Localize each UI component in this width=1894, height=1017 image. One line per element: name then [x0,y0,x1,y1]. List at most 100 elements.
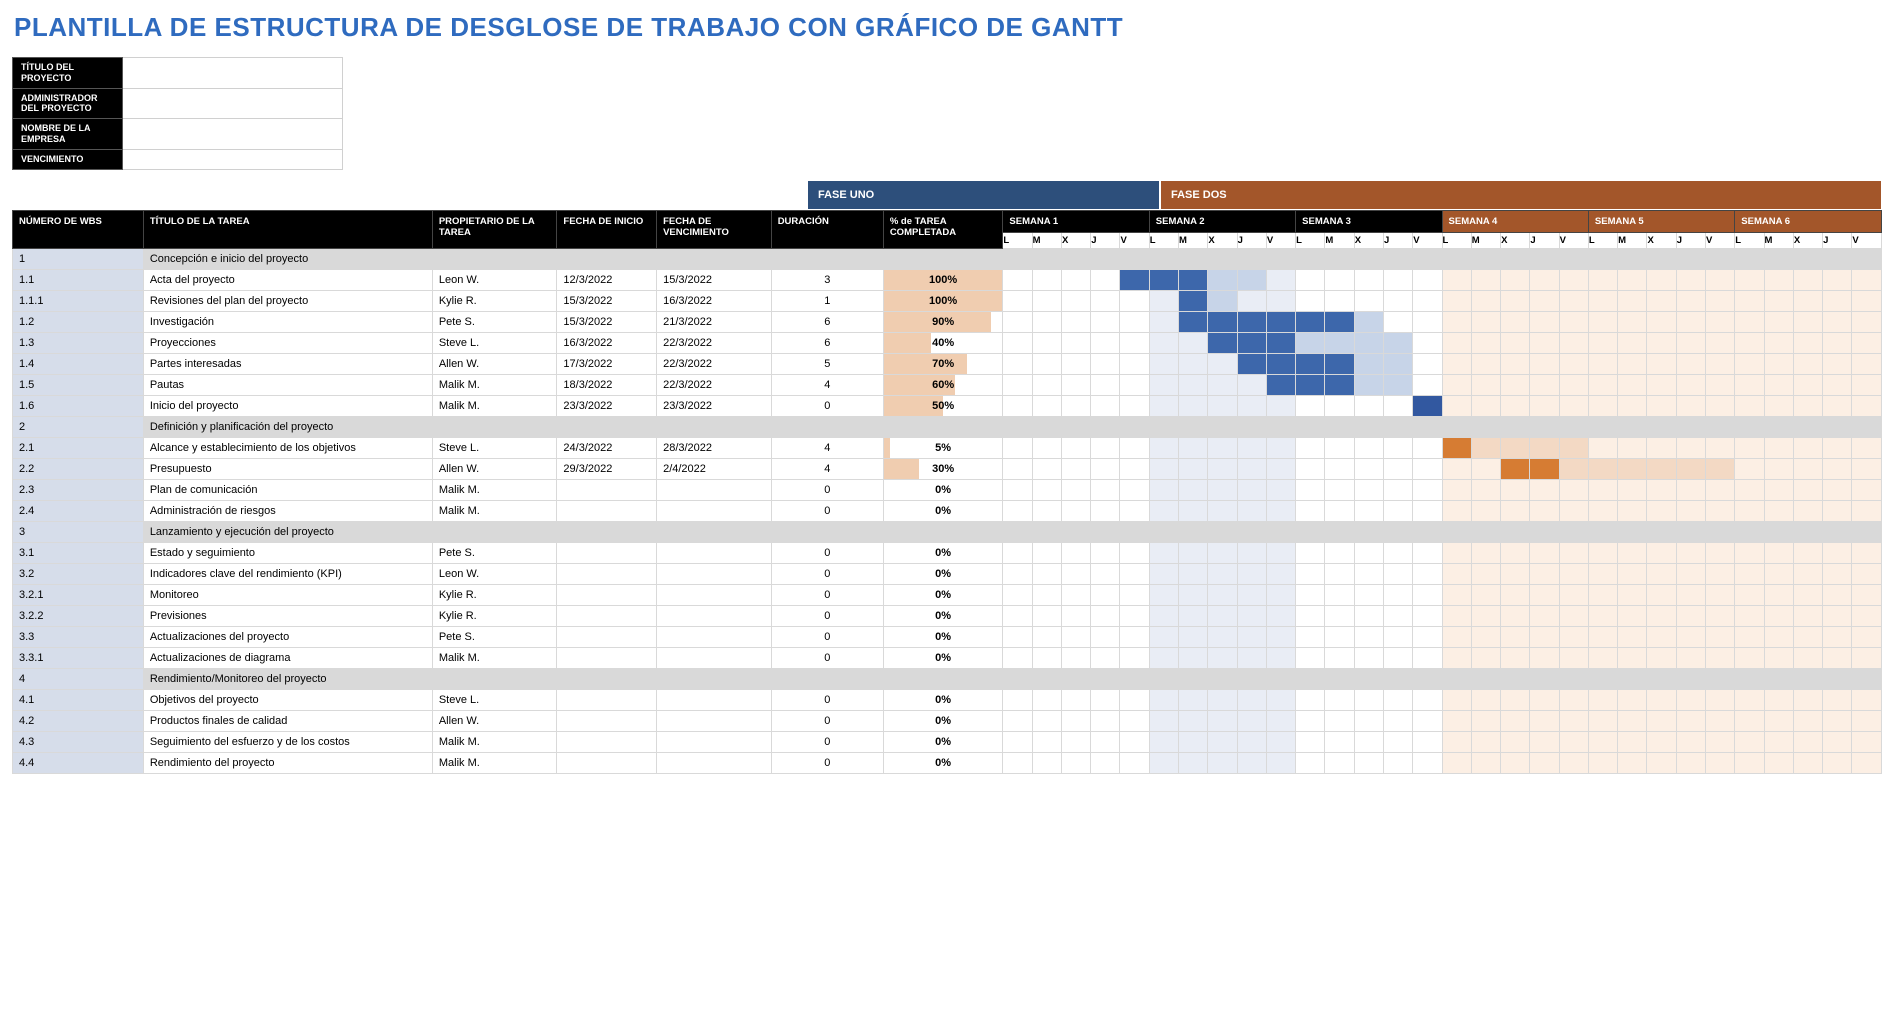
pct-complete-cell[interactable]: 40% [883,333,1003,354]
duration-cell[interactable]: 0 [771,543,883,564]
start-date-cell[interactable]: 17/3/2022 [557,354,657,375]
wbs-cell[interactable]: 1.3 [13,333,144,354]
start-date-cell[interactable] [557,753,657,774]
pct-complete-cell[interactable]: 0% [883,543,1003,564]
wbs-cell[interactable]: 4.3 [13,732,144,753]
start-date-cell[interactable]: 16/3/2022 [557,333,657,354]
task-title-cell[interactable]: Alcance y establecimiento de los objetiv… [143,438,432,459]
owner-cell[interactable]: Pete S. [432,312,557,333]
due-date-cell[interactable]: 28/3/2022 [657,438,772,459]
owner-cell[interactable]: Steve L. [432,333,557,354]
owner-cell[interactable]: Kylie R. [432,585,557,606]
due-date-cell[interactable] [657,753,772,774]
task-title-cell[interactable]: Objetivos del proyecto [143,690,432,711]
wbs-cell[interactable]: 3.3 [13,627,144,648]
start-date-cell[interactable] [557,564,657,585]
due-date-cell[interactable]: 22/3/2022 [657,375,772,396]
owner-cell[interactable]: Steve L. [432,690,557,711]
task-title-cell[interactable]: Rendimiento del proyecto [143,753,432,774]
duration-cell[interactable]: 6 [771,312,883,333]
duration-cell[interactable]: 0 [771,690,883,711]
pct-complete-cell[interactable]: 90% [883,312,1003,333]
pct-complete-cell[interactable]: 0% [883,648,1003,669]
task-title-cell[interactable]: Actualizaciones del proyecto [143,627,432,648]
duration-cell[interactable]: 4 [771,438,883,459]
wbs-cell[interactable]: 1.1.1 [13,291,144,312]
start-date-cell[interactable] [557,606,657,627]
info-project-manager[interactable] [123,88,343,119]
start-date-cell[interactable] [557,627,657,648]
task-title-cell[interactable]: Indicadores clave del rendimiento (KPI) [143,564,432,585]
info-due[interactable] [123,149,343,169]
due-date-cell[interactable] [657,732,772,753]
info-project-title[interactable] [123,58,343,89]
duration-cell[interactable]: 0 [771,396,883,417]
start-date-cell[interactable] [557,690,657,711]
owner-cell[interactable]: Leon W. [432,564,557,585]
task-title-cell[interactable]: Partes interesadas [143,354,432,375]
start-date-cell[interactable]: 15/3/2022 [557,312,657,333]
task-title-cell[interactable]: Plan de comunicación [143,480,432,501]
task-title-cell[interactable]: Acta del proyecto [143,270,432,291]
duration-cell[interactable]: 5 [771,354,883,375]
start-date-cell[interactable] [557,711,657,732]
due-date-cell[interactable]: 15/3/2022 [657,270,772,291]
owner-cell[interactable]: Kylie R. [432,606,557,627]
wbs-cell[interactable]: 2.2 [13,459,144,480]
wbs-cell[interactable]: 4.4 [13,753,144,774]
due-date-cell[interactable] [657,480,772,501]
duration-cell[interactable]: 3 [771,270,883,291]
task-title-cell[interactable]: Estado y seguimiento [143,543,432,564]
start-date-cell[interactable] [557,480,657,501]
duration-cell[interactable]: 6 [771,333,883,354]
owner-cell[interactable]: Allen W. [432,459,557,480]
wbs-cell[interactable]: 3.2 [13,564,144,585]
wbs-cell[interactable]: 3.2.2 [13,606,144,627]
owner-cell[interactable]: Malik M. [432,753,557,774]
owner-cell[interactable]: Malik M. [432,375,557,396]
due-date-cell[interactable] [657,648,772,669]
pct-complete-cell[interactable]: 100% [883,291,1003,312]
due-date-cell[interactable] [657,543,772,564]
due-date-cell[interactable]: 2/4/2022 [657,459,772,480]
wbs-cell[interactable]: 1.6 [13,396,144,417]
start-date-cell[interactable]: 24/3/2022 [557,438,657,459]
pct-complete-cell[interactable]: 0% [883,501,1003,522]
duration-cell[interactable]: 0 [771,501,883,522]
start-date-cell[interactable] [557,543,657,564]
start-date-cell[interactable] [557,501,657,522]
info-company[interactable] [123,119,343,150]
due-date-cell[interactable]: 16/3/2022 [657,291,772,312]
wbs-cell[interactable]: 4.2 [13,711,144,732]
due-date-cell[interactable] [657,501,772,522]
pct-complete-cell[interactable]: 0% [883,606,1003,627]
owner-cell[interactable]: Malik M. [432,396,557,417]
wbs-cell[interactable]: 1.1 [13,270,144,291]
wbs-cell[interactable]: 2.3 [13,480,144,501]
task-title-cell[interactable]: Previsiones [143,606,432,627]
pct-complete-cell[interactable]: 0% [883,585,1003,606]
owner-cell[interactable]: Malik M. [432,480,557,501]
start-date-cell[interactable] [557,585,657,606]
due-date-cell[interactable] [657,627,772,648]
owner-cell[interactable]: Pete S. [432,627,557,648]
pct-complete-cell[interactable]: 0% [883,480,1003,501]
wbs-cell[interactable]: 4.1 [13,690,144,711]
pct-complete-cell[interactable]: 0% [883,753,1003,774]
owner-cell[interactable]: Pete S. [432,543,557,564]
duration-cell[interactable]: 0 [771,606,883,627]
pct-complete-cell[interactable]: 5% [883,438,1003,459]
duration-cell[interactable]: 0 [771,480,883,501]
owner-cell[interactable]: Leon W. [432,270,557,291]
start-date-cell[interactable]: 29/3/2022 [557,459,657,480]
due-date-cell[interactable] [657,564,772,585]
duration-cell[interactable]: 4 [771,459,883,480]
duration-cell[interactable]: 0 [771,627,883,648]
pct-complete-cell[interactable]: 0% [883,627,1003,648]
owner-cell[interactable]: Steve L. [432,438,557,459]
start-date-cell[interactable] [557,732,657,753]
task-title-cell[interactable]: Presupuesto [143,459,432,480]
wbs-cell[interactable]: 3.2.1 [13,585,144,606]
duration-cell[interactable]: 4 [771,375,883,396]
start-date-cell[interactable]: 23/3/2022 [557,396,657,417]
